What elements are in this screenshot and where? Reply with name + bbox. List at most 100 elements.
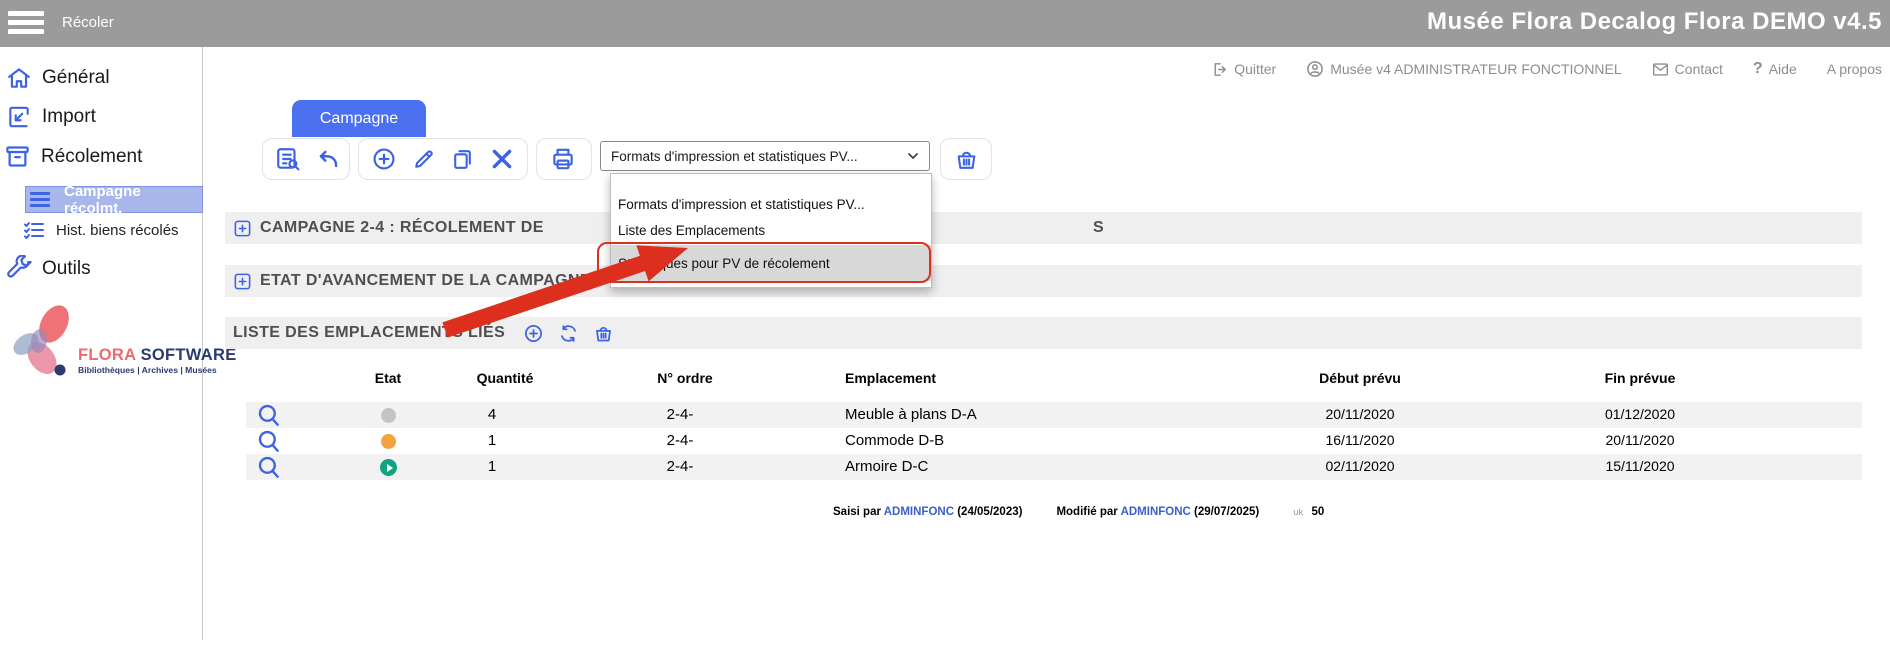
menu-icon [30,189,50,210]
col-header-debut: Début prévu [1319,370,1401,386]
delete-button[interactable] [489,146,515,173]
row-magnifier-button[interactable] [256,428,282,454]
cell-quantite: 1 [488,432,496,449]
user-account-link[interactable]: Musée v4 ADMINISTRATEUR FONCTIONNEL [1306,60,1621,78]
saisi-label: Saisi par [833,506,881,518]
basket-small-button[interactable] [591,321,615,345]
print-button[interactable] [549,146,576,173]
hamburger-menu-icon[interactable] [8,11,44,37]
cell-fin: 20/11/2020 [1605,432,1674,448]
print-format-dropdown: Formats d'impression et statistiques PV.… [610,173,932,288]
col-header-emplacement: Emplacement [845,370,936,386]
user-icon [1306,60,1324,78]
section-campagne-header[interactable]: CAMPAGNE 2-4 : RÉCOLEMENT DE S [225,212,1862,244]
modifie-date: (29/07/2025) [1194,506,1259,518]
question-mark-icon: ? [1753,60,1763,78]
dropdown-option-statistiques-pv[interactable]: Statistiques pour PV de récolement [611,245,931,281]
magnifier-icon [256,454,282,480]
cell-quantite: 4 [488,406,496,423]
aide-link[interactable]: ? Aide [1753,60,1797,78]
row-magnifier-button[interactable] [256,454,282,480]
cell-fin: 15/11/2020 [1605,458,1674,474]
col-header-quantite: Quantité [477,370,534,386]
basket-icon [954,147,979,172]
home-icon [6,65,32,91]
magnifier-icon [256,428,282,454]
import-icon [6,104,32,130]
saisi-user-link[interactable]: ADMINFONC [884,506,954,518]
modifie-user-link[interactable]: ADMINFONC [1121,506,1191,518]
cell-emplacement: Armoire D-C [845,458,928,475]
apropos-link[interactable]: A propos [1827,61,1882,77]
flora-software-logo: FLORA SOFTWARE Bibliothèques | Archives … [10,302,200,389]
toolbar-group-edit [358,138,528,180]
x-icon [489,146,515,172]
sidebar-item-hist-biens-recoles[interactable]: Hist. biens récolés [22,218,179,242]
flora-flower-icon [10,302,88,384]
sidebar-item-outils[interactable]: Outils [5,255,91,282]
wrench-icon [5,255,32,282]
contact-link[interactable]: Contact [1652,61,1723,77]
section-etat-title: ETAT D'AVANCEMENT DE LA CAMPAGNE [260,272,591,290]
col-header-etat: Etat [375,370,401,386]
dropdown-option-formats[interactable]: Formats d'impression et statistiques PV.… [611,191,931,217]
refresh-button[interactable] [556,321,580,345]
col-header-ordre: N° ordre [657,370,712,386]
window-title: Musée Flora Decalog Flora DEMO v4.5 [1427,8,1882,36]
undo-button[interactable] [315,146,341,173]
section-campagne-title-tail: S [1093,212,1104,244]
basket-icon [593,323,614,344]
uk-label: uk [1293,507,1303,518]
cell-ordre: 2-4- [667,458,694,475]
refresh-icon [558,323,579,344]
saisi-date: (24/05/2023) [957,506,1022,518]
cell-emplacement: Commode D-B [845,432,944,449]
expand-plus-icon[interactable] [233,272,252,291]
cell-debut: 16/11/2020 [1325,432,1394,448]
section-campagne-title: CAMPAGNE 2-4 : RÉCOLEMENT DE [260,219,544,237]
add-button[interactable] [371,146,397,173]
section-etat-avancement-header[interactable]: ETAT D'AVANCEMENT DE LA CAMPAGNE [225,265,1862,297]
cell-fin: 01/12/2020 [1605,406,1675,422]
toolbar-group-search [262,138,350,180]
dropdown-option-liste-emplacements[interactable]: Liste des Emplacements [611,217,931,243]
sidebar-item-general[interactable]: Général [6,65,110,91]
undo-arrow-icon [315,146,341,172]
pencil-icon [411,147,436,172]
cell-debut: 02/11/2020 [1325,458,1394,474]
record-audit-footer: Saisi par ADMINFONC (24/05/2023) Modifié… [833,506,1324,518]
expand-plus-icon[interactable] [233,219,252,238]
toolbar-group-print [536,138,592,180]
uk-value: 50 [1312,506,1325,518]
copy-icon [450,147,475,172]
copy-button[interactable] [450,146,475,173]
cell-emplacement: Meuble à plans D-A [845,406,977,423]
exit-icon [1211,61,1228,78]
envelope-icon [1652,62,1669,77]
row-magnifier-button[interactable] [256,402,282,428]
select-value: Formats d'impression et statistiques PV.… [611,149,907,164]
basket-button[interactable] [953,146,979,173]
quitter-link[interactable]: Quitter [1211,61,1276,78]
cell-ordre: 2-4- [667,406,694,423]
modifie-label: Modifié par [1056,506,1117,518]
play-icon [387,464,393,472]
sidebar-item-import[interactable]: Import [6,104,96,130]
add-emplacement-button[interactable] [521,321,545,345]
section-liste-title: LISTE DES EMPLACEMENTS LIÉS [233,324,505,342]
status-dot [381,434,396,449]
header-links: Quitter Musée v4 ADMINISTRATEUR FONCTION… [1211,60,1882,78]
archive-box-icon [4,143,31,170]
edit-button[interactable] [411,146,436,173]
app-window: Récoler Musée Flora Decalog Flora DEMO v… [0,0,1890,655]
sidebar-item-campagne-recolmt[interactable]: Campagne récolmt. [25,186,203,213]
print-format-select[interactable]: Formats d'impression et statistiques PV.… [600,141,930,171]
add-circle-icon [371,146,397,172]
list-search-button[interactable] [275,146,301,173]
tab-campagne[interactable]: Campagne [292,100,426,137]
logo-tagline: Bibliothèques | Archives | Musées [78,365,217,375]
toolbar-group-basket [940,138,992,180]
logo-wordmark: FLORA SOFTWARE [78,346,237,365]
section-liste-emplacements-header: LISTE DES EMPLACEMENTS LIÉS [225,317,1862,349]
sidebar-item-recolement[interactable]: Récolement [4,143,142,170]
